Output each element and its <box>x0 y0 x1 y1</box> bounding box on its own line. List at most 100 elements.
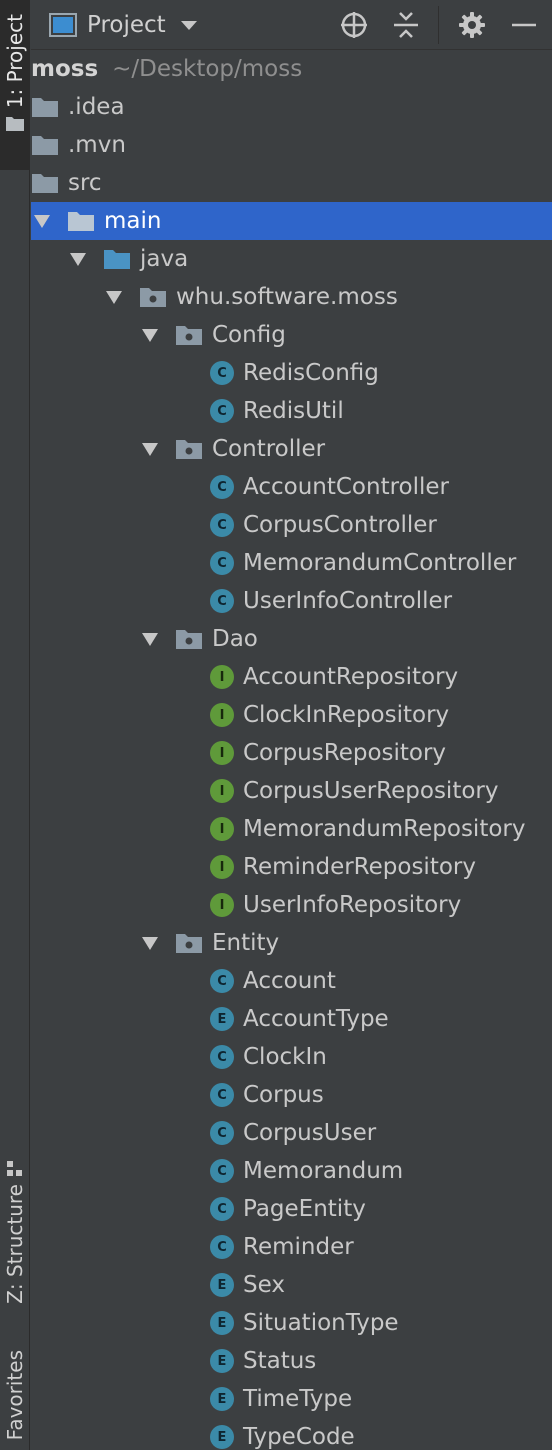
expand-arrow-icon[interactable] <box>141 326 159 344</box>
view-selector[interactable]: Project <box>49 8 198 42</box>
tree-row-java[interactable]: java <box>31 240 552 278</box>
tree-row-accountcontroller[interactable]: C AccountController <box>31 468 552 506</box>
tree-node-label: CorpusUserRepository <box>243 778 499 804</box>
tree-row-idea[interactable]: .idea <box>31 88 552 126</box>
tree-row-mvn[interactable]: .mvn <box>31 126 552 164</box>
tree-node-label: MemorandumController <box>243 550 517 576</box>
hide-button[interactable] <box>508 9 540 41</box>
tree-row-memorandumcontroller[interactable]: C MemorandumController <box>31 544 552 582</box>
tree-row-corpususerrepository[interactable]: I CorpusUserRepository <box>31 772 552 810</box>
class-icon: C <box>210 1235 234 1259</box>
collapse-all-button[interactable] <box>390 9 422 41</box>
tree-node-label: .idea <box>68 94 125 120</box>
gear-icon <box>459 12 485 38</box>
tree-node-label: UserInfoController <box>243 588 453 614</box>
tree-row-redisutil[interactable]: C RedisUtil <box>31 392 552 430</box>
tree-row-typecode[interactable]: E TypeCode <box>31 1418 552 1450</box>
tree-row-situationtype[interactable]: E SituationType <box>31 1304 552 1342</box>
interface-icon: I <box>210 817 234 841</box>
folder-icon <box>31 134 59 156</box>
enum-icon: E <box>210 1425 234 1449</box>
expand-arrow-icon[interactable] <box>141 934 159 952</box>
folder-icon <box>31 96 59 118</box>
tool-window-stripe: 1: Project Z: Structure Favorites <box>0 0 30 1450</box>
tree-node-label: Corpus <box>243 1082 324 1108</box>
expand-arrow-icon[interactable] <box>33 212 51 230</box>
favorites-tab-label: Favorites <box>3 1350 27 1441</box>
tree-row-whu-software-moss[interactable]: whu.software.moss <box>31 278 552 316</box>
structure-tab[interactable]: Z: Structure <box>0 1160 30 1320</box>
project-tab[interactable]: 1: Project <box>0 0 30 170</box>
project-view-icon <box>49 13 77 37</box>
expand-arrow-icon[interactable] <box>141 630 159 648</box>
tree-node-label: Entity <box>212 930 280 956</box>
tree-row-accounttype[interactable]: E AccountType <box>31 1000 552 1038</box>
folder-icon <box>31 172 59 194</box>
tree-node-label: CorpusRepository <box>243 740 447 766</box>
tree-row-userinfocontroller[interactable]: C UserInfoController <box>31 582 552 620</box>
tree-row-clockin[interactable]: C ClockIn <box>31 1038 552 1076</box>
tree-row-corpuscontroller[interactable]: C CorpusController <box>31 506 552 544</box>
class-icon: C <box>210 1159 234 1183</box>
tree-row-accountrepository[interactable]: I AccountRepository <box>31 658 552 696</box>
expand-arrow-icon[interactable] <box>69 250 87 268</box>
tree-row-pageentity[interactable]: C PageEntity <box>31 1190 552 1228</box>
tree-node-label: CorpusUser <box>243 1120 377 1146</box>
tree-row-dao[interactable]: Dao <box>31 620 552 658</box>
package-icon <box>139 286 167 308</box>
tree-row-corpususer[interactable]: C CorpusUser <box>31 1114 552 1152</box>
enum-icon: E <box>210 1007 234 1031</box>
tree-node-label: SituationType <box>243 1310 399 1336</box>
tree-node-label: .mvn <box>68 132 126 158</box>
tree-row-corpusrepository[interactable]: I CorpusRepository <box>31 734 552 772</box>
tree-row-memorandum[interactable]: C Memorandum <box>31 1152 552 1190</box>
tree-row-redisconfig[interactable]: C RedisConfig <box>31 354 552 392</box>
tree-row-src[interactable]: src <box>31 164 552 202</box>
class-icon: C <box>210 1197 234 1221</box>
tree-node-label: ClockInRepository <box>243 702 450 728</box>
tree-row-main[interactable]: main <box>31 202 552 240</box>
tree-row-memorandumrepository[interactable]: I MemorandumRepository <box>31 810 552 848</box>
tree-row-timetype[interactable]: E TimeType <box>31 1380 552 1418</box>
tree-node-label: Sex <box>243 1272 285 1298</box>
tree-node-label: AccountRepository <box>243 664 459 690</box>
tree-row-config[interactable]: Config <box>31 316 552 354</box>
settings-button[interactable] <box>456 9 488 41</box>
tree-row-reminderrepository[interactable]: I ReminderRepository <box>31 848 552 886</box>
package-icon <box>175 628 203 650</box>
tree-row-userinforepository[interactable]: I UserInfoRepository <box>31 886 552 924</box>
tree-row-clockinrepository[interactable]: I ClockInRepository <box>31 696 552 734</box>
tree-row-corpus[interactable]: C Corpus <box>31 1076 552 1114</box>
class-icon: C <box>210 1121 234 1145</box>
interface-icon: I <box>210 741 234 765</box>
project-tool-window: 1: Project Z: Structure Favorites Projec… <box>0 0 552 1450</box>
tree-row-controller[interactable]: Controller <box>31 430 552 468</box>
tool-window-header: Project <box>31 0 552 50</box>
folder-icon <box>103 248 131 270</box>
tree-node-label: Status <box>243 1348 317 1374</box>
tree-root[interactable]: moss ~/Desktop/moss <box>31 50 552 88</box>
interface-icon: I <box>210 779 234 803</box>
tree-node-label: RedisConfig <box>243 360 379 386</box>
class-icon: C <box>210 361 234 385</box>
class-icon: C <box>210 1083 234 1107</box>
expand-arrow-icon[interactable] <box>105 288 123 306</box>
enum-icon: E <box>210 1311 234 1335</box>
tree-row-status[interactable]: E Status <box>31 1342 552 1380</box>
tree-row-account[interactable]: C Account <box>31 962 552 1000</box>
favorites-tab[interactable]: Favorites <box>0 1350 30 1450</box>
tree-node-label: CorpusController <box>243 512 437 538</box>
folder-icon <box>67 210 95 232</box>
tree-row-sex[interactable]: E Sex <box>31 1266 552 1304</box>
enum-icon: E <box>210 1273 234 1297</box>
expand-arrow-icon[interactable] <box>141 440 159 458</box>
chevron-down-icon <box>180 21 197 30</box>
tree-row-entity[interactable]: Entity <box>31 924 552 962</box>
tree-row-reminder[interactable]: C Reminder <box>31 1228 552 1266</box>
view-selector-label: Project <box>87 12 166 38</box>
locate-button[interactable] <box>338 9 370 41</box>
tree-node-label: MemorandumRepository <box>243 816 526 842</box>
minimize-icon <box>512 23 536 27</box>
tree-node-label: src <box>68 170 102 196</box>
tree-node-label: AccountController <box>243 474 450 500</box>
